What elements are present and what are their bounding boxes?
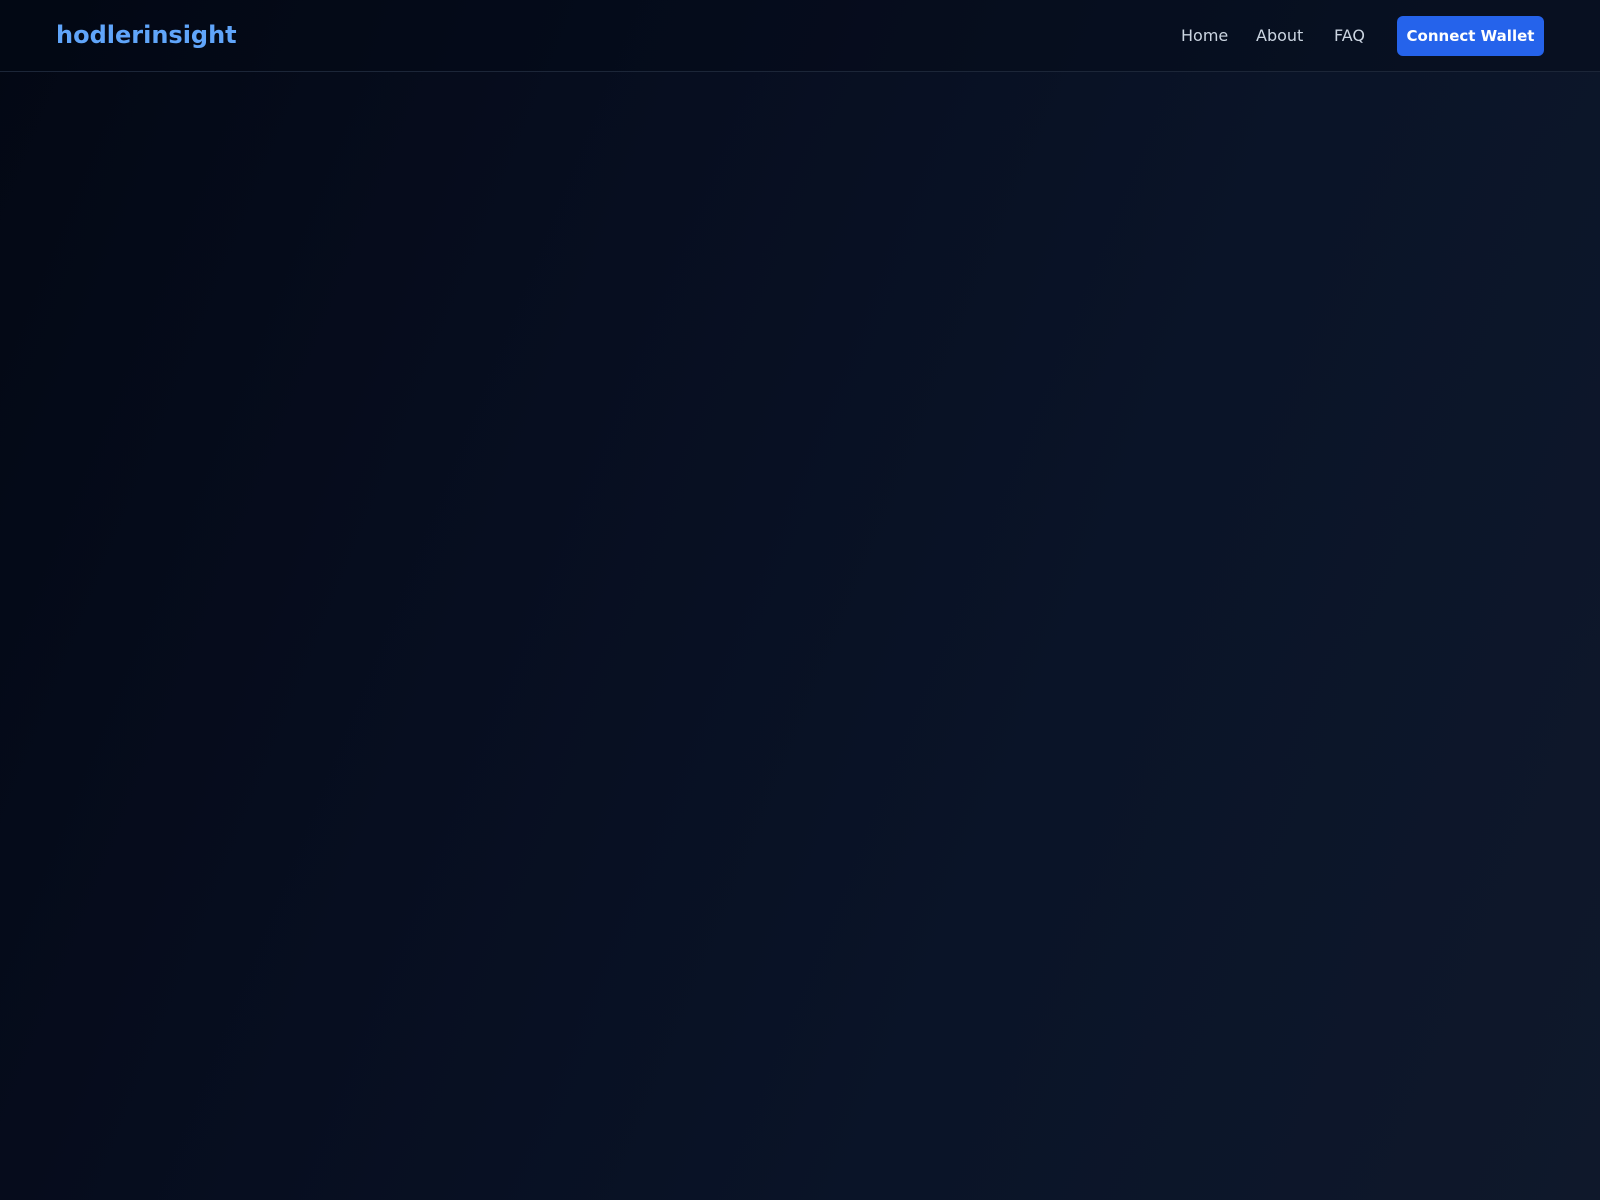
nav-link-faq[interactable]: FAQ: [1334, 24, 1365, 48]
nav-link-home[interactable]: Home: [1181, 24, 1228, 48]
connect-wallet-button[interactable]: Connect Wallet: [1397, 16, 1544, 56]
main-content-area: [0, 72, 1600, 1200]
top-navbar: hodlerinsight Home About FAQ Connect Wal…: [0, 0, 1600, 72]
logo-link[interactable]: hodlerinsight: [56, 18, 237, 52]
nav-link-about[interactable]: About: [1256, 24, 1303, 48]
